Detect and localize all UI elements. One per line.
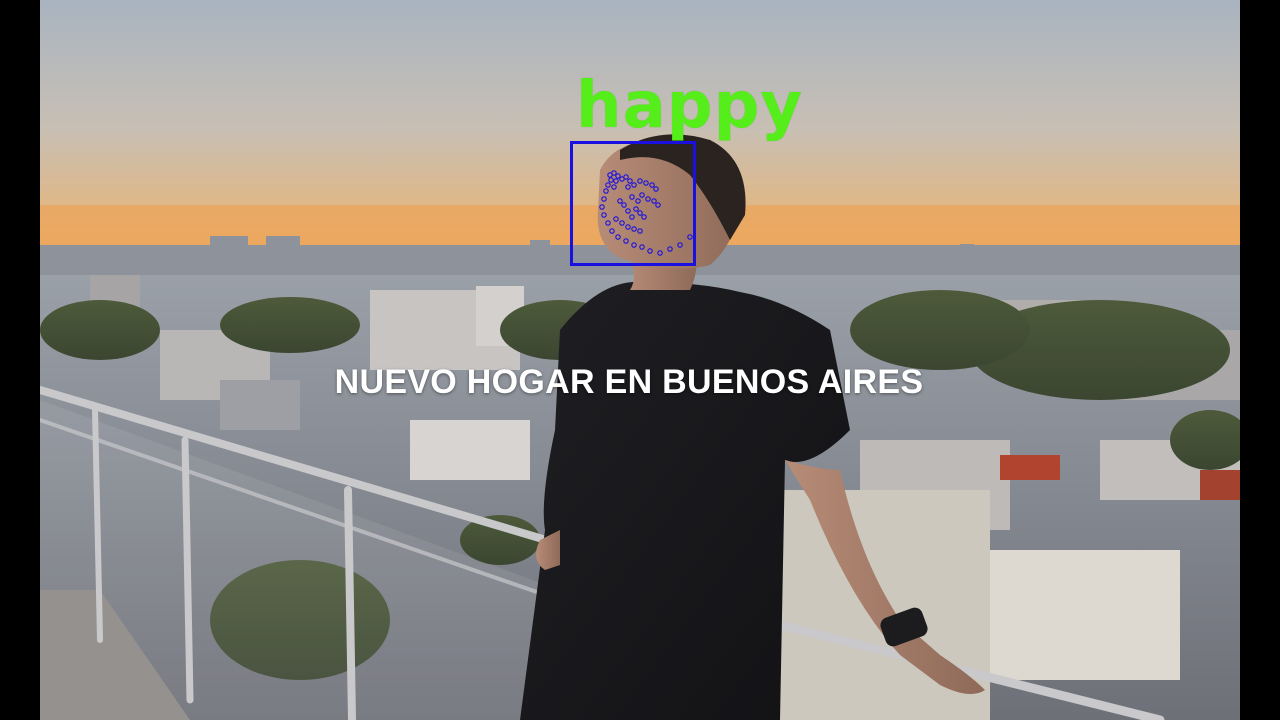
landmark-point — [645, 196, 651, 202]
landmark-point — [615, 173, 621, 179]
landmark-point — [611, 170, 617, 176]
landmark-point — [649, 182, 655, 188]
landmark-point — [625, 208, 631, 214]
landmark-point — [637, 178, 643, 184]
landmark-point — [617, 198, 623, 204]
landmark-point — [619, 220, 625, 226]
landmark-point — [637, 210, 643, 216]
landmark-point — [623, 174, 629, 180]
landmark-point — [613, 178, 619, 184]
landmark-point — [647, 248, 653, 254]
landmark-point — [633, 206, 639, 212]
landmark-point — [601, 212, 607, 218]
landmark-point — [631, 182, 637, 188]
landmark-point — [639, 192, 645, 198]
landmark-point — [631, 226, 637, 232]
landmark-point — [639, 244, 645, 250]
landmark-point — [687, 234, 693, 240]
landmark-point — [667, 246, 673, 252]
landmark-point — [627, 178, 633, 184]
landmark-point — [613, 216, 619, 222]
landmark-point — [615, 234, 621, 240]
landmark-point — [605, 182, 611, 188]
video-frame: happy NUEVO HOGAR EN BUENOS AIRES — [0, 0, 1280, 720]
landmark-point — [625, 184, 631, 190]
landmark-point — [629, 214, 635, 220]
landmark-point — [637, 228, 643, 234]
landmark-point — [655, 202, 661, 208]
video-area: happy NUEVO HOGAR EN BUENOS AIRES — [40, 0, 1240, 720]
landmark-point — [605, 220, 611, 226]
landmark-point — [623, 238, 629, 244]
video-caption: NUEVO HOGAR EN BUENOS AIRES — [334, 363, 924, 401]
landmark-point — [611, 184, 617, 190]
landmark-point — [621, 202, 627, 208]
landmark-point — [625, 224, 631, 230]
landmark-point — [631, 242, 637, 248]
landmark-point — [609, 228, 615, 234]
landmark-point — [608, 177, 614, 183]
landmark-point — [599, 204, 605, 210]
landmark-point — [653, 186, 659, 192]
landmark-point — [603, 188, 609, 194]
landmark-point — [657, 250, 663, 256]
landmark-point — [601, 196, 607, 202]
landmark-point — [635, 198, 641, 204]
landmark-point — [641, 214, 647, 220]
landmark-point — [651, 198, 657, 204]
landmark-point — [629, 194, 635, 200]
landmark-point — [643, 180, 649, 186]
landmark-point — [677, 242, 683, 248]
emotion-label: happy — [576, 69, 804, 143]
face-landmark-points — [599, 170, 693, 256]
